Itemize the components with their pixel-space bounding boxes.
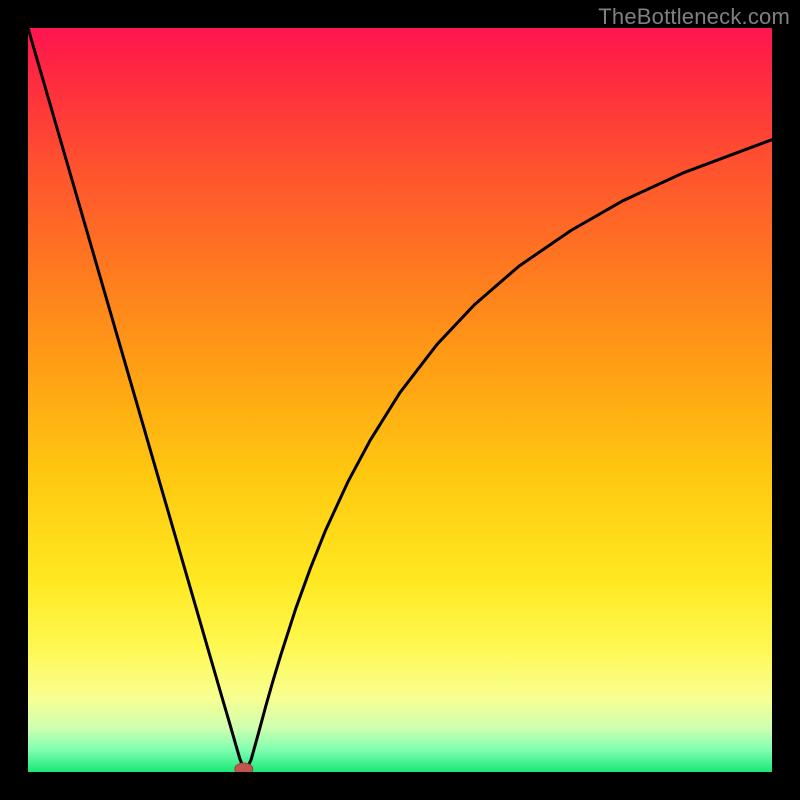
gradient-background — [28, 28, 772, 772]
bottleneck-chart — [28, 28, 772, 772]
watermark-label: TheBottleneck.com — [598, 4, 790, 30]
optimum-marker — [235, 763, 253, 772]
plot-area — [28, 28, 772, 772]
chart-frame: TheBottleneck.com — [0, 0, 800, 800]
